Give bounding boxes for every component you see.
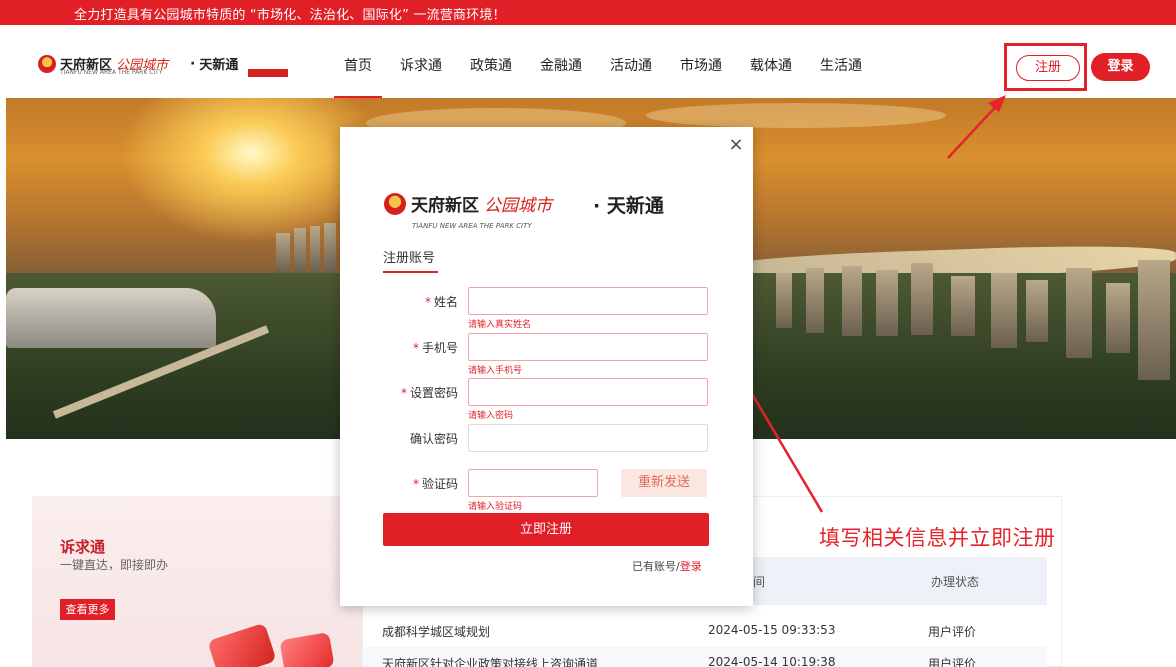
nav-item-jinrong[interactable]: 金融通 <box>540 34 582 98</box>
modal-logo: 天府新区 公园城市 <box>384 191 552 216</box>
top-banner-text: 全力打造具有公园城市特质的 “市场化、法治化、国际化” 一流营商环境！ <box>74 8 506 23</box>
top-banner: 全力打造具有公园城市特质的 “市场化、法治化、国际化” 一流营商环境！ <box>0 0 1176 34</box>
tab-register-account[interactable]: 注册账号 <box>383 247 435 266</box>
nav-item-huodong[interactable]: 活动通 <box>610 34 652 98</box>
emblem-icon <box>384 192 406 215</box>
modal-product-name: 天新通 <box>606 195 664 217</box>
close-icon[interactable]: × <box>726 135 746 155</box>
main-nav: 首页 诉求通 政策通 金融通 活动通 市场通 载体通 生活通 <box>334 34 890 98</box>
card-title: 诉求通 <box>60 538 106 556</box>
tab-underline <box>383 271 438 273</box>
modal-product: · 天新通 <box>593 191 664 218</box>
card-decoration <box>279 631 335 667</box>
nav-item-zhengce[interactable]: 政策通 <box>470 34 512 98</box>
phone-error: 请输入手机号 <box>468 366 523 376</box>
login-link[interactable]: 登录 <box>680 560 702 573</box>
card-subtitle: 一键直达，即接即办 <box>60 558 169 572</box>
password-input[interactable] <box>468 378 708 406</box>
login-button[interactable]: 登录 <box>1091 53 1150 81</box>
nav-item-zaiti[interactable]: 载体通 <box>750 34 792 98</box>
logo-product: 天新通 <box>199 58 239 73</box>
table-row-name[interactable]: 成都科学城区域规划 <box>382 623 490 640</box>
password-error: 请输入密码 <box>468 411 514 421</box>
password-label: * 设置密码 <box>400 386 458 400</box>
modal-brand-red: 公园城市 <box>484 196 552 216</box>
logo-separator: · <box>190 55 196 72</box>
annotation-text: 填写相关信息并立即注册 <box>819 526 1056 550</box>
site-logo[interactable]: 天府新区 公园城市 TIANFU NEW AREA THE PARK CITY … <box>38 54 288 77</box>
name-input[interactable] <box>468 287 708 315</box>
phone-label: * 手机号 <box>412 341 458 355</box>
logo-brand-sub: TIANFU NEW AREA THE PARK CITY <box>60 69 163 76</box>
code-error: 请输入验证码 <box>468 502 523 512</box>
nav-item-home[interactable]: 首页 <box>334 34 382 98</box>
resend-code-button[interactable]: 重新发送 <box>621 469 707 497</box>
modal-brand-sub: TIANFU NEW AREA THE PARK CITY <box>412 222 532 230</box>
nav-item-suqiu[interactable]: 诉求通 <box>400 34 442 98</box>
modal-brand-cn: 天府新区 <box>411 196 479 216</box>
table-header-status: 办理状态 <box>931 575 980 589</box>
logo-tag <box>248 69 288 77</box>
have-account-text: 已有账号/登录 <box>632 560 702 573</box>
register-modal: × 天府新区 公园城市 TIANFU NEW AREA THE PARK CIT… <box>340 127 753 606</box>
card-decoration <box>207 622 277 667</box>
emblem-icon <box>38 54 56 73</box>
confirm-password-input[interactable] <box>468 424 708 452</box>
view-more-button[interactable]: 查看更多 <box>60 599 115 620</box>
code-label: * 验证码 <box>412 477 458 491</box>
name-label: * 姓名 <box>424 295 458 309</box>
nav-item-shichang[interactable]: 市场通 <box>680 34 722 98</box>
site-header: 天府新区 公园城市 TIANFU NEW AREA THE PARK CITY … <box>0 34 1176 98</box>
table-row-name[interactable]: 天府新区针对企业政策对接线上咨询通道 <box>382 655 598 667</box>
register-submit-button[interactable]: 立即注册 <box>383 513 709 546</box>
table-row-time: 2024-05-15 09:33:53 <box>708 623 836 637</box>
phone-input[interactable] <box>468 333 708 361</box>
register-highlight-box <box>1004 43 1087 91</box>
table-row-status: 用户评价 <box>928 657 977 667</box>
table-row-time: 2024-05-14 10:19:38 <box>708 655 836 667</box>
name-error: 请输入真实姓名 <box>468 320 532 330</box>
suqiu-card: 诉求通 一键直达，即接即办 查看更多 <box>32 496 362 667</box>
nav-item-shenghuo[interactable]: 生活通 <box>820 34 862 98</box>
table-row-status: 用户评价 <box>928 625 977 639</box>
confirm-password-label: 确认密码 <box>409 432 458 446</box>
modal-separator: · <box>593 195 601 217</box>
verification-code-input[interactable] <box>468 469 598 497</box>
